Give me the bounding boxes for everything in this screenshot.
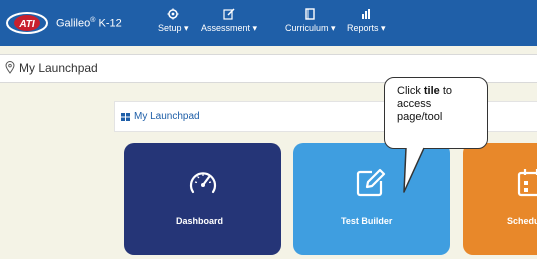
brand-name: Galileo® K-12 xyxy=(56,16,122,30)
nav-reports[interactable]: Reports ▾ xyxy=(347,8,386,34)
top-navigation-bar: ATI Galileo® K-12 Setup ▾ Assessment ▾ C… xyxy=(0,0,537,46)
book-icon xyxy=(305,8,315,20)
nav-setup-label: Setup ▾ xyxy=(158,23,189,33)
speedometer-icon xyxy=(189,172,217,194)
callout-pointer xyxy=(403,146,425,193)
tile-dashboard-label: Dashboard xyxy=(176,216,224,226)
nav-assessment[interactable]: Assessment ▾ xyxy=(201,8,257,34)
nav-assessment-label: Assessment ▾ xyxy=(201,23,258,33)
map-pin-icon xyxy=(5,61,15,74)
callout-line-1: Click tile to xyxy=(397,85,453,97)
gear-icon xyxy=(167,8,179,20)
tile-dashboard[interactable]: Dashboard xyxy=(124,143,281,255)
galileo-logo[interactable]: ATI Galileo® K-12 xyxy=(5,10,122,36)
breadcrumb-label: My Launchpad xyxy=(19,61,98,75)
tile-schedule-label: Schedu xyxy=(507,216,537,226)
callout-line-2: access xyxy=(397,98,432,110)
panel-title: My Launchpad xyxy=(134,111,200,122)
callout-line-3: page/tool xyxy=(397,111,443,123)
nav-setup[interactable]: Setup ▾ xyxy=(158,8,189,34)
nav-reports-label: Reports ▾ xyxy=(347,23,386,33)
edit-icon xyxy=(223,8,235,20)
ati-logo-icon: ATI xyxy=(6,12,48,34)
edit-icon xyxy=(356,168,386,197)
calendar-icon xyxy=(517,169,537,197)
callout-annotation: Click tile to access page/tool xyxy=(384,77,488,149)
tile-test-builder-label: Test Builder xyxy=(341,216,393,226)
nav-curriculum[interactable]: Curriculum ▾ xyxy=(285,8,336,34)
svg-text:ATI: ATI xyxy=(18,19,35,30)
tile-schedule[interactable]: Schedu xyxy=(463,143,537,255)
nav-curriculum-label: Curriculum ▾ xyxy=(285,23,336,33)
grid-icon xyxy=(121,113,130,121)
bar-chart-icon xyxy=(362,9,371,19)
